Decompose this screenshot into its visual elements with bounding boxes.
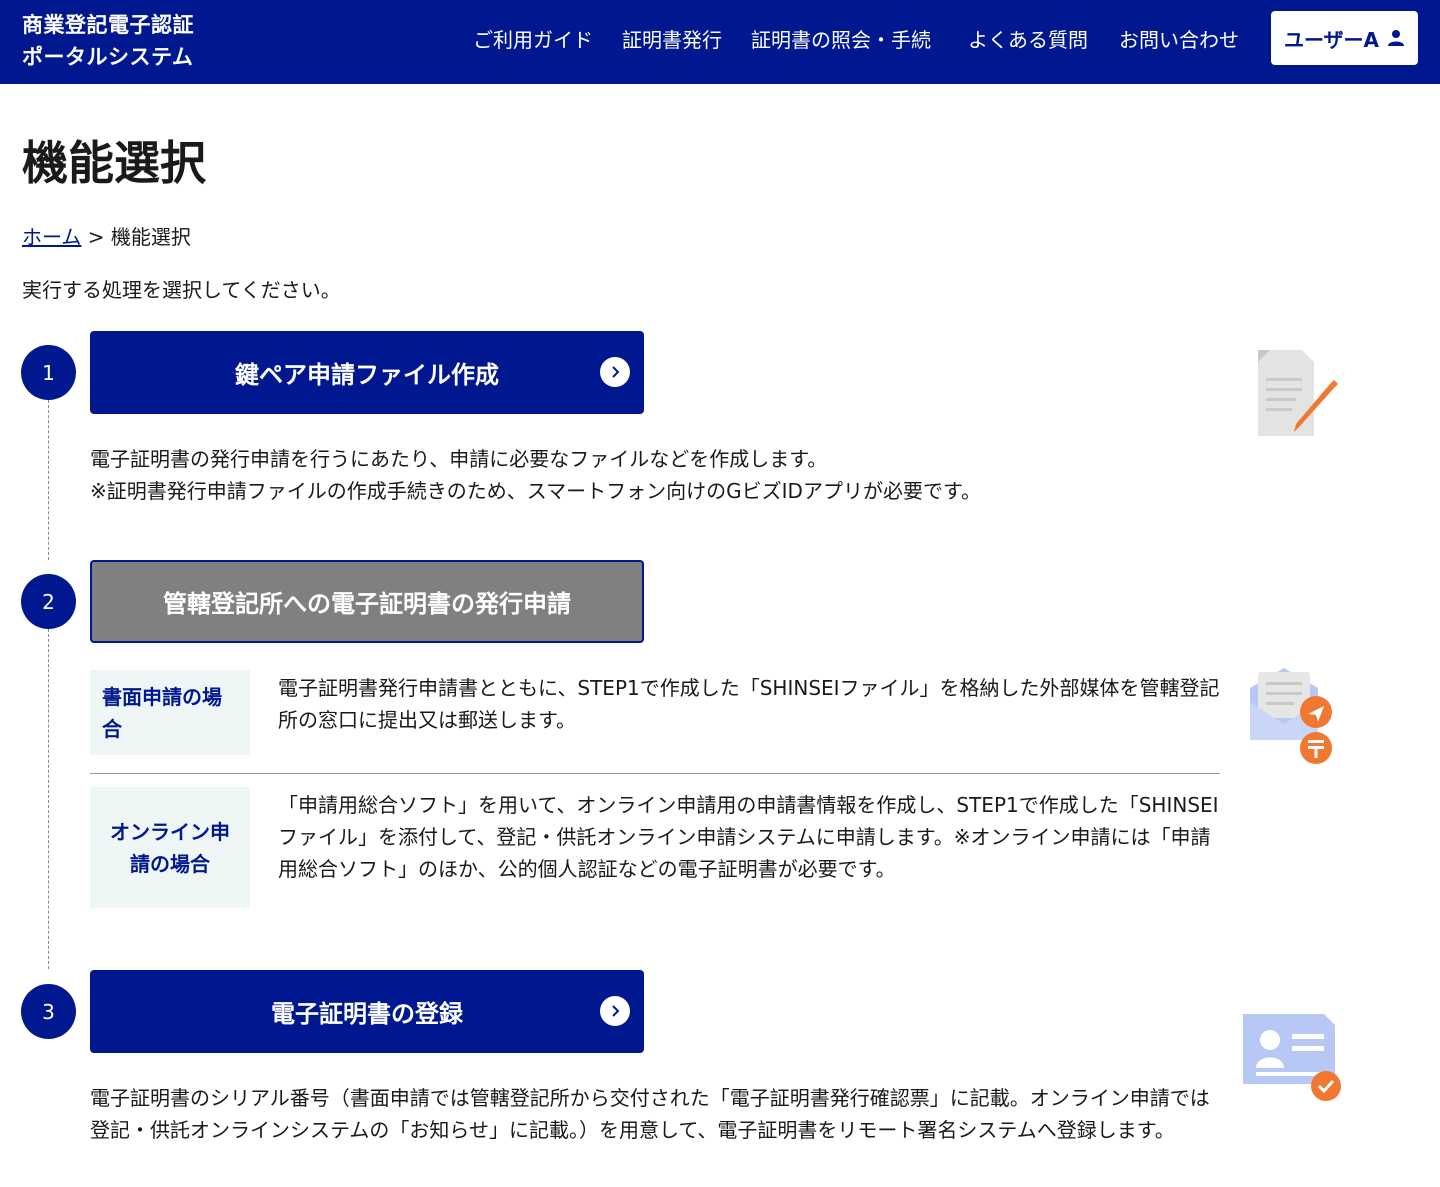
- nav-contact[interactable]: お問い合わせ: [1119, 24, 1239, 56]
- step-button-label: 管轄登記所への電子証明書の発行申請: [163, 590, 571, 618]
- timeline-connector: [48, 400, 49, 560]
- section-divider: [90, 773, 1220, 774]
- nav-faq[interactable]: よくある質問: [968, 24, 1088, 56]
- step-number-badge: 3: [21, 984, 76, 1039]
- description-line: 電子証明書の発行申請を行うにあたり、申請に必要なファイルなどを作成します。: [90, 447, 828, 471]
- key-pair-file-button[interactable]: 鍵ペア申請ファイル作成: [90, 331, 644, 414]
- breadcrumb-current: 機能選択: [110, 225, 191, 249]
- mail-send-icon: [1250, 668, 1332, 764]
- breadcrumb-separator: >: [87, 225, 105, 249]
- document-pen-icon: [1258, 350, 1338, 436]
- step-description: 電子証明書の発行申請を行うにあたり、申請に必要なファイルなどを作成します。 ※証…: [90, 443, 981, 507]
- paper-application-label: 書面申請の場合: [90, 670, 250, 755]
- paper-application-text: 電子証明書発行申請書とともに、STEP1で作成した「SHINSEIファイル」を格…: [278, 676, 1220, 732]
- nav-issue[interactable]: 証明書発行: [622, 24, 722, 56]
- site-logo[interactable]: 商業登記電子認証 ポータルシステム: [22, 9, 194, 73]
- chevron-right-icon: [600, 996, 630, 1026]
- timeline-connector: [48, 629, 49, 969]
- intro-text: 実行する処理を選択してください。: [22, 278, 341, 302]
- person-icon: [1388, 30, 1405, 46]
- chevron-right-icon: [600, 357, 630, 387]
- breadcrumb: ホーム > 機能選択: [22, 222, 191, 252]
- step-button-label: 電子証明書の登録: [271, 1000, 463, 1028]
- description-line: ※証明書発行申請ファイルの作成手続きのため、スマートフォン向けのGビズIDアプリ…: [90, 479, 981, 503]
- site-header: 商業登記電子認証 ポータルシステム ご利用ガイド 証明書発行 証明書の照会・手続…: [0, 0, 1440, 84]
- issuance-application-button[interactable]: 管轄登記所への電子証明書の発行申請: [90, 560, 644, 643]
- nav-inquiry-procedure[interactable]: 証明書の照会・手続: [751, 24, 931, 56]
- step-button-label: 鍵ペア申請ファイル作成: [235, 361, 499, 389]
- user-name: ユーザーA: [1283, 27, 1380, 52]
- certificate-registration-button[interactable]: 電子証明書の登録: [90, 970, 644, 1053]
- breadcrumb-home-link[interactable]: ホーム: [22, 225, 81, 249]
- step-number-badge: 2: [21, 574, 76, 629]
- step-number-badge: 1: [21, 345, 76, 400]
- step-description: 電子証明書のシリアル番号（書面申請では管轄登記所から交付された「電子証明書発行確…: [90, 1086, 1210, 1142]
- online-application-text: 「申請用総合ソフト」を用いて、オンライン申請用の申請書情報を作成し、STEP1で…: [278, 793, 1219, 881]
- online-application-label: オンライン申請の場合: [90, 787, 250, 908]
- user-menu-button[interactable]: ユーザーA: [1271, 11, 1418, 65]
- nav-guide[interactable]: ご利用ガイド: [473, 24, 593, 56]
- id-card-check-icon: [1243, 1014, 1341, 1101]
- page-title: 機能選択: [22, 136, 206, 190]
